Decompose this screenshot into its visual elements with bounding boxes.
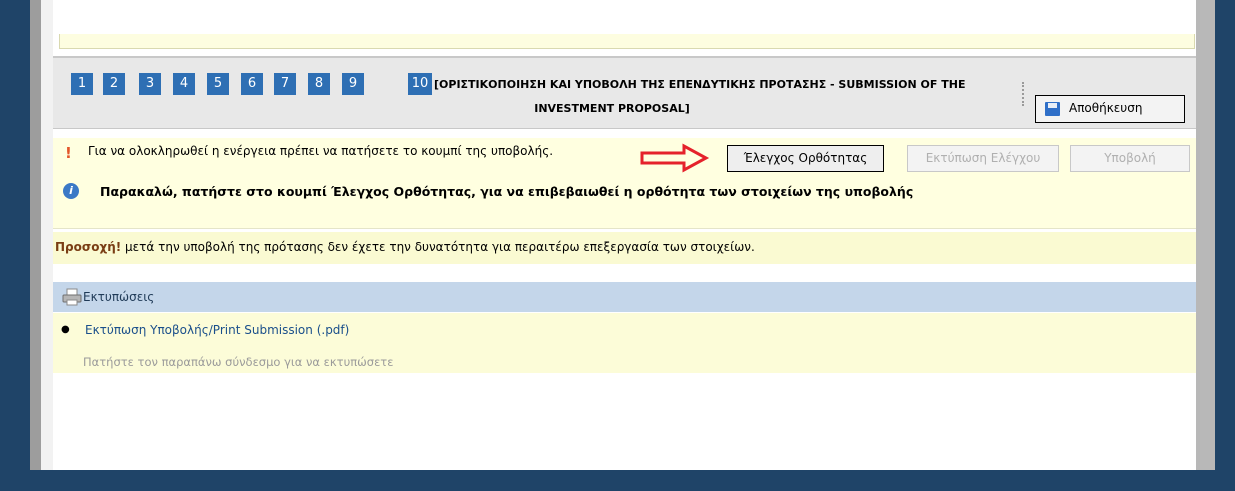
main-content: 1 2 3 4 5 6 7 8 9 10 [ΟΡΙΣΤΙΚΟΠΟΙΗΣΗ ΚΑΙ… <box>53 0 1196 470</box>
submission-notice: ! Για να ολοκληρωθεί η ενέργεια πρέπει ν… <box>53 138 1196 229</box>
submit-button[interactable]: Υποβολή <box>1070 145 1190 172</box>
print-check-button[interactable]: Εκτύπωση Ελέγχου <box>907 145 1059 172</box>
validity-check-button[interactable]: Έλεγχος Ορθότητας <box>727 145 884 172</box>
attention-text: μετά την υποβολή της πρότασης δεν έχετε … <box>121 240 755 254</box>
attention-label: Προσοχή! <box>55 240 122 254</box>
warning-text: Για να ολοκληρωθεί η ενέργεια πρέπει να … <box>88 144 554 158</box>
right-scrollbar[interactable] <box>1196 0 1215 470</box>
save-button-label: Αποθήκευση <box>1069 101 1143 115</box>
attention-notice: Προσοχή! μετά την υποβολή της πρότασης δ… <box>53 232 1196 264</box>
prints-list: ● Εκτύπωση Υποβολής/Print Submission (.p… <box>53 313 1196 373</box>
step-button-6[interactable]: 6 <box>241 73 263 95</box>
bottom-frame-band <box>0 470 1235 491</box>
step-button-3[interactable]: 3 <box>139 73 161 95</box>
step-button-4[interactable]: 4 <box>173 73 195 95</box>
step-button-2[interactable]: 2 <box>103 73 125 95</box>
info-text: Παρακαλώ, πατήστε στο κουμπί Έλεγχος Ορθ… <box>100 184 914 199</box>
step-button-9[interactable]: 9 <box>342 73 364 95</box>
toolbar-separator <box>1022 82 1026 106</box>
list-bullet: ● <box>61 324 70 335</box>
step-title-line2: INVESTMENT PROPOSAL] <box>534 102 690 115</box>
step-button-7[interactable]: 7 <box>274 73 296 95</box>
wizard-step-bar: 1 2 3 4 5 6 7 8 9 10 [ΟΡΙΣΤΙΚΟΠΟΙΗΣΗ ΚΑΙ… <box>53 56 1196 129</box>
step-button-1[interactable]: 1 <box>71 73 93 95</box>
top-message-strip <box>59 34 1195 49</box>
exclamation-icon: ! <box>65 144 72 162</box>
left-gutter <box>41 0 53 470</box>
prints-header: Εκτυπώσεις <box>53 282 1196 312</box>
step-button-8[interactable]: 8 <box>308 73 330 95</box>
print-hint-text: Πατήστε τον παραπάνω σύνδεσμο για να εκτ… <box>83 355 394 369</box>
info-icon: i <box>63 183 79 199</box>
left-scrollbar[interactable] <box>30 0 41 470</box>
step-button-10[interactable]: 10 <box>408 73 432 95</box>
floppy-disk-icon <box>1045 102 1060 116</box>
step-title-line1: [ΟΡΙΣΤΙΚΟΠΟΙΗΣΗ ΚΑΙ ΥΠΟΒΟΛΗ ΤΗΣ ΕΠΕΝΔΥΤΙ… <box>434 78 966 91</box>
save-button[interactable]: Αποθήκευση <box>1035 95 1185 123</box>
step-title: [ΟΡΙΣΤΙΚΟΠΟΙΗΣΗ ΚΑΙ ΥΠΟΒΟΛΗ ΤΗΣ ΕΠΕΝΔΥΤΙ… <box>434 76 1037 118</box>
printer-icon <box>62 288 82 306</box>
prints-header-label: Εκτυπώσεις <box>83 290 155 304</box>
right-arrow-icon <box>640 143 710 173</box>
step-button-5[interactable]: 5 <box>207 73 229 95</box>
print-submission-link[interactable]: Εκτύπωση Υποβολής/Print Submission (.pdf… <box>85 323 349 337</box>
